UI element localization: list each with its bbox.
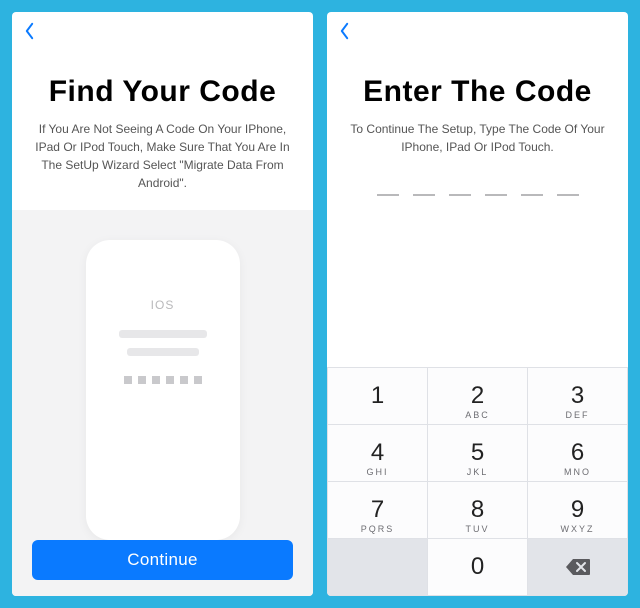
placeholder-line [127,348,199,356]
page-title: Enter The Code [327,50,628,120]
code-dots [124,376,202,384]
continue-button[interactable]: Continue [32,540,293,580]
phone-label: IOS [151,298,175,312]
key-8[interactable]: 8TUV [428,482,527,538]
key-0[interactable]: 0 [428,539,527,595]
numeric-keypad: 1 2ABC 3DEF 4GHI 5JKL 6MNO 7PQRS 8TUV 9W… [327,367,628,596]
key-4[interactable]: 4GHI [328,425,427,481]
illustration-area: IOS [12,210,313,596]
key-1[interactable]: 1 [328,368,427,424]
topbar-right [327,12,628,50]
backspace-icon [565,558,591,576]
back-icon[interactable] [339,22,350,40]
digit-slot [557,192,579,196]
placeholder-line [119,330,207,338]
backspace-key[interactable] [528,539,627,595]
key-2[interactable]: 2ABC [428,368,527,424]
key-5[interactable]: 5JKL [428,425,527,481]
digit-slot [413,192,435,196]
code-input[interactable] [327,192,628,196]
key-7[interactable]: 7PQRS [328,482,427,538]
digit-slot [449,192,471,196]
key-9[interactable]: 9WXYZ [528,482,627,538]
find-code-screen: Find Your Code If You Are Not Seeing A C… [12,12,313,596]
enter-code-screen: Enter The Code To Continue The Setup, Ty… [327,12,628,596]
key-3[interactable]: 3DEF [528,368,627,424]
phone-illustration: IOS [86,240,240,540]
page-title: Find Your Code [12,50,313,120]
digit-slot [521,192,543,196]
page-body: To Continue The Setup, Type The Code Of … [327,120,628,156]
digit-slot [377,192,399,196]
topbar-left [12,12,313,50]
back-icon[interactable] [24,22,35,40]
key-6[interactable]: 6MNO [528,425,627,481]
page-body: If You Are Not Seeing A Code On Your IPh… [12,120,313,192]
digit-slot [485,192,507,196]
key-empty [328,539,427,595]
